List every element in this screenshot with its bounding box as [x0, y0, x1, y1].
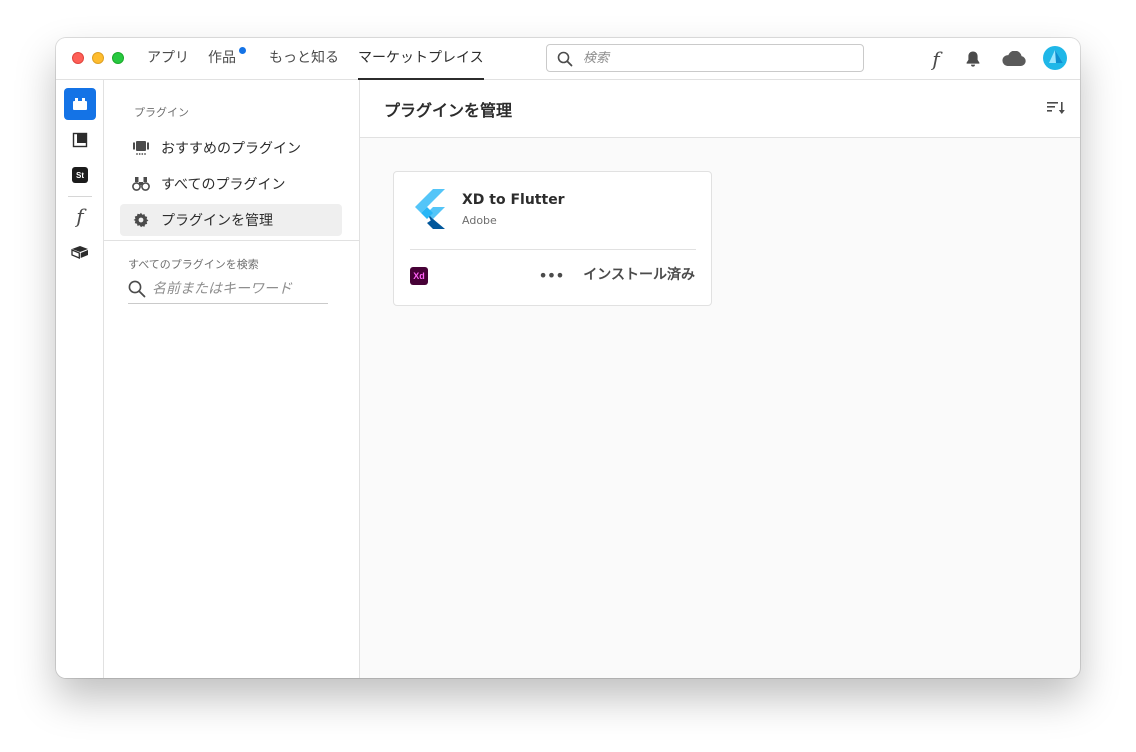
- sidebar-heading: プラグイン: [134, 106, 189, 119]
- plugin-card[interactable]: XD to Flutter Adobe Xd ••• インストール済み: [393, 171, 712, 306]
- gear-icon: [131, 210, 151, 230]
- sidebar-item-label: プラグインを管理: [161, 213, 273, 229]
- install-status: インストール済み: [583, 267, 695, 283]
- tab-discover[interactable]: もっと知る: [269, 38, 339, 80]
- fonts-icon: f: [76, 204, 84, 228]
- plugins-icon: [73, 98, 87, 110]
- sidebar-item-label: すべてのプラグイン: [161, 177, 286, 193]
- global-search-input[interactable]: [583, 49, 853, 67]
- flutter-logo-icon: [415, 189, 445, 229]
- card-divider: [410, 249, 696, 250]
- bell-icon[interactable]: [962, 48, 984, 70]
- plugin-publisher: Adobe: [462, 214, 497, 227]
- rail-plugins-button[interactable]: [64, 88, 96, 120]
- rail-fonts-button[interactable]: f: [64, 200, 96, 232]
- app-window: アプリ 作品 もっと知る マーケットプレイス f: [56, 38, 1080, 678]
- close-window-button[interactable]: [72, 52, 84, 64]
- zoom-window-button[interactable]: [112, 52, 124, 64]
- cloud-icon[interactable]: [1000, 48, 1028, 70]
- title-bar: アプリ 作品 もっと知る マーケットプレイス f: [56, 38, 1080, 80]
- 3d-box-icon: [71, 246, 88, 259]
- sidebar-divider: [104, 240, 360, 241]
- search-icon: [557, 51, 573, 67]
- sidebar-item-manage-plugins[interactable]: プラグインを管理: [120, 204, 342, 236]
- main-header: プラグインを管理: [360, 80, 1080, 138]
- plugins-sidebar: プラグイン おすすめのプラグイン すべてのプラグイン プラグインを管理 すべての…: [104, 80, 360, 678]
- sort-button[interactable]: [1046, 100, 1066, 118]
- rail-divider: [68, 196, 92, 197]
- xd-app-icon: Xd: [410, 267, 428, 285]
- featured-icon: [131, 138, 151, 158]
- global-search[interactable]: [546, 44, 864, 72]
- stock-icon: St: [72, 167, 88, 183]
- rail-stock-button[interactable]: St: [64, 159, 96, 191]
- binoculars-icon: [131, 174, 151, 194]
- tab-marketplace[interactable]: マーケットプレイス: [358, 38, 484, 80]
- rail-libraries-button[interactable]: [64, 124, 96, 156]
- fonts-icon[interactable]: f: [925, 48, 947, 70]
- more-options-button[interactable]: •••: [538, 264, 564, 286]
- tab-apps[interactable]: アプリ: [147, 38, 189, 80]
- search-icon: [128, 280, 146, 298]
- libraries-icon: [72, 132, 88, 148]
- notification-dot: [239, 47, 246, 54]
- avatar[interactable]: [1043, 46, 1067, 70]
- sidebar-item-all-plugins[interactable]: すべてのプラグイン: [120, 168, 342, 200]
- sort-icon: [1047, 102, 1065, 114]
- sidebar-item-label: おすすめのプラグイン: [161, 141, 301, 157]
- sidebar-item-recommended[interactable]: おすすめのプラグイン: [120, 132, 342, 164]
- plugin-name: XD to Flutter: [462, 192, 565, 208]
- plugin-search-label: すべてのプラグインを検索: [128, 258, 259, 271]
- tab-works[interactable]: 作品: [208, 38, 236, 80]
- left-rail: St f: [56, 80, 104, 678]
- minimize-window-button[interactable]: [92, 52, 104, 64]
- rail-3d-button[interactable]: [64, 236, 96, 268]
- plugin-search-input[interactable]: [152, 279, 328, 299]
- page-title: プラグインを管理: [384, 101, 513, 120]
- plugin-search[interactable]: [128, 276, 328, 304]
